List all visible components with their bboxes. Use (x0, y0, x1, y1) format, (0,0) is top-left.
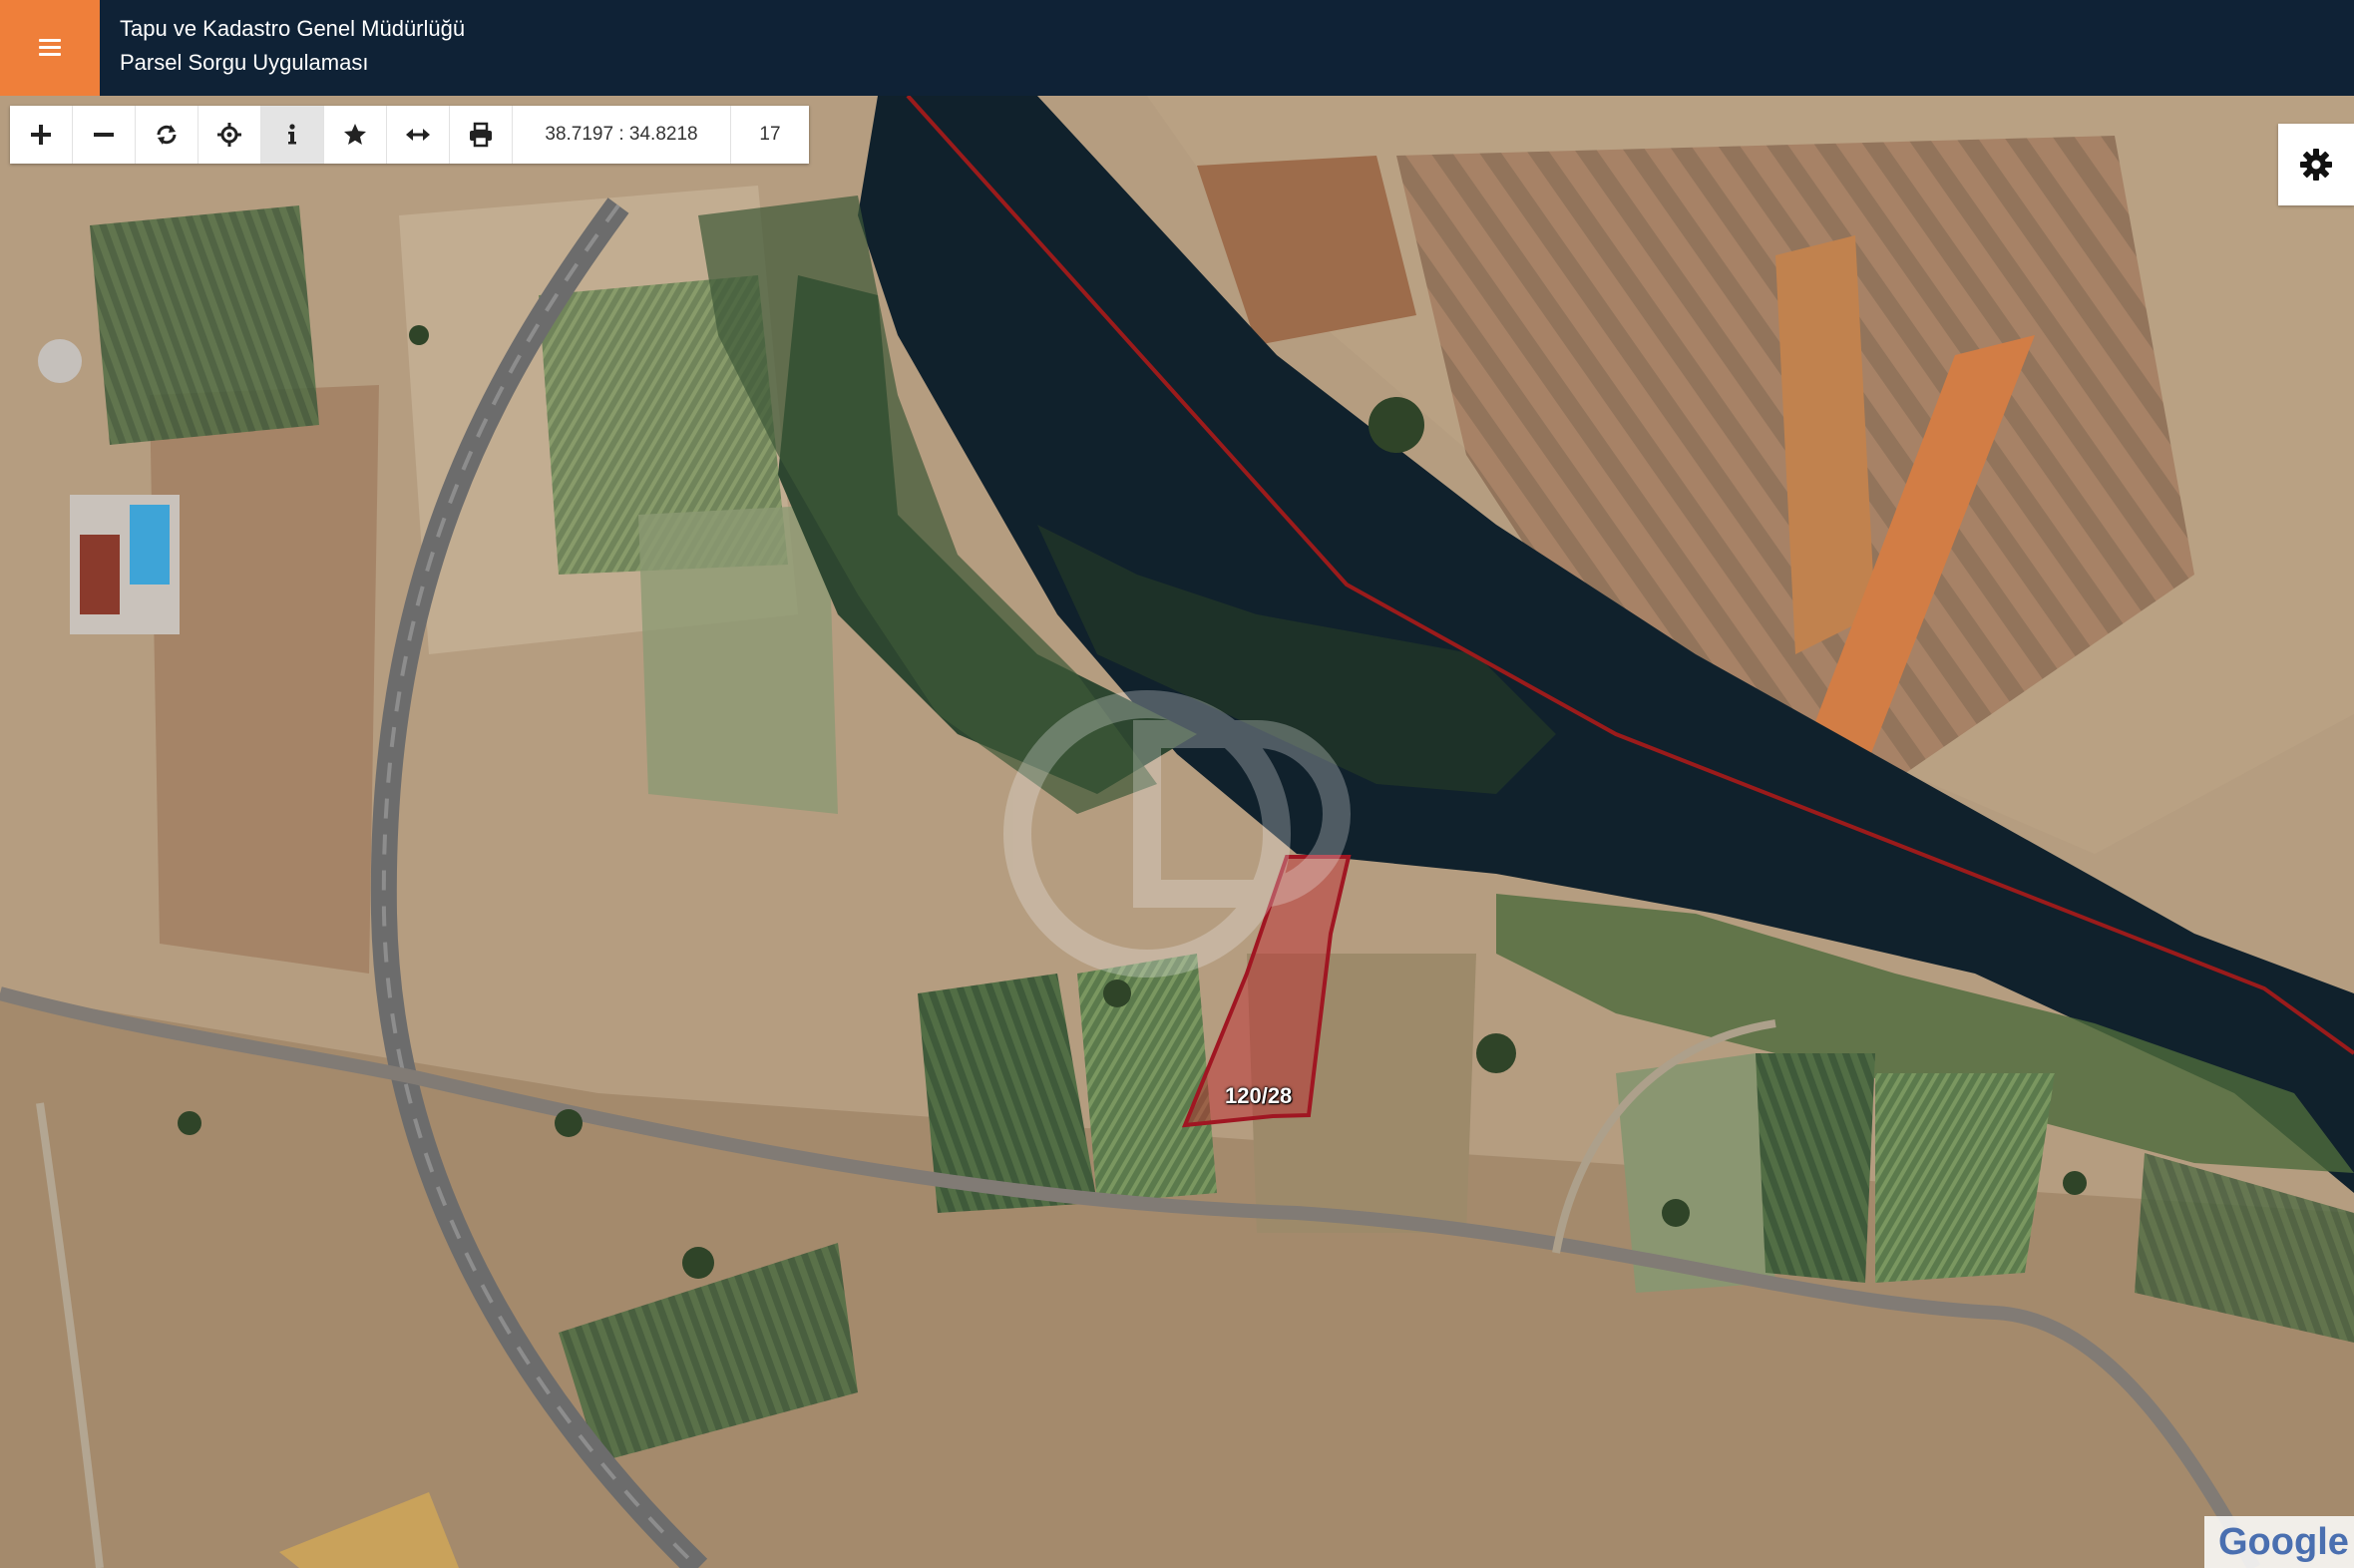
plus-icon (31, 125, 51, 145)
coordinate-readout: 38.7197 : 34.8218 (513, 106, 731, 164)
star-icon (344, 124, 366, 145)
app-header: Tapu ve Kadastro Genel Müdürlüğü Parsel … (0, 0, 2354, 96)
zoom-out-button[interactable] (73, 106, 136, 164)
google-attribution: Google (2204, 1516, 2354, 1568)
measure-button[interactable] (387, 106, 450, 164)
crosshair-icon (217, 123, 241, 147)
refresh-button[interactable] (136, 106, 198, 164)
print-button[interactable] (450, 106, 513, 164)
settings-button[interactable] (2278, 124, 2354, 205)
minus-icon (94, 133, 114, 137)
favorite-button[interactable] (324, 106, 387, 164)
parcel-label: 120/28 (1225, 1083, 1293, 1108)
zoom-level-readout: 17 (759, 124, 781, 145)
app-title: Tapu ve Kadastro Genel Müdürlüğü Parsel … (120, 12, 465, 80)
attribution-text: Google (2218, 1520, 2349, 1563)
hamburger-icon (39, 39, 61, 57)
info-icon (288, 124, 296, 145)
info-button[interactable] (261, 106, 324, 164)
zoom-in-button[interactable] (10, 106, 73, 164)
printer-icon (470, 122, 492, 148)
app-name: Parsel Sorgu Uygulaması (120, 50, 369, 75)
map-imagery (0, 96, 2354, 1568)
gear-icon (2300, 149, 2332, 181)
horizontal-arrows-icon (406, 129, 430, 141)
map-toolbar: 38.7197 : 34.8218 17 (10, 106, 809, 164)
satellite-map[interactable]: 120/28 Google (0, 96, 2354, 1568)
org-name: Tapu ve Kadastro Genel Müdürlüğü (120, 16, 466, 41)
locate-button[interactable] (198, 106, 261, 164)
refresh-icon (157, 125, 177, 145)
menu-button[interactable] (0, 0, 100, 96)
